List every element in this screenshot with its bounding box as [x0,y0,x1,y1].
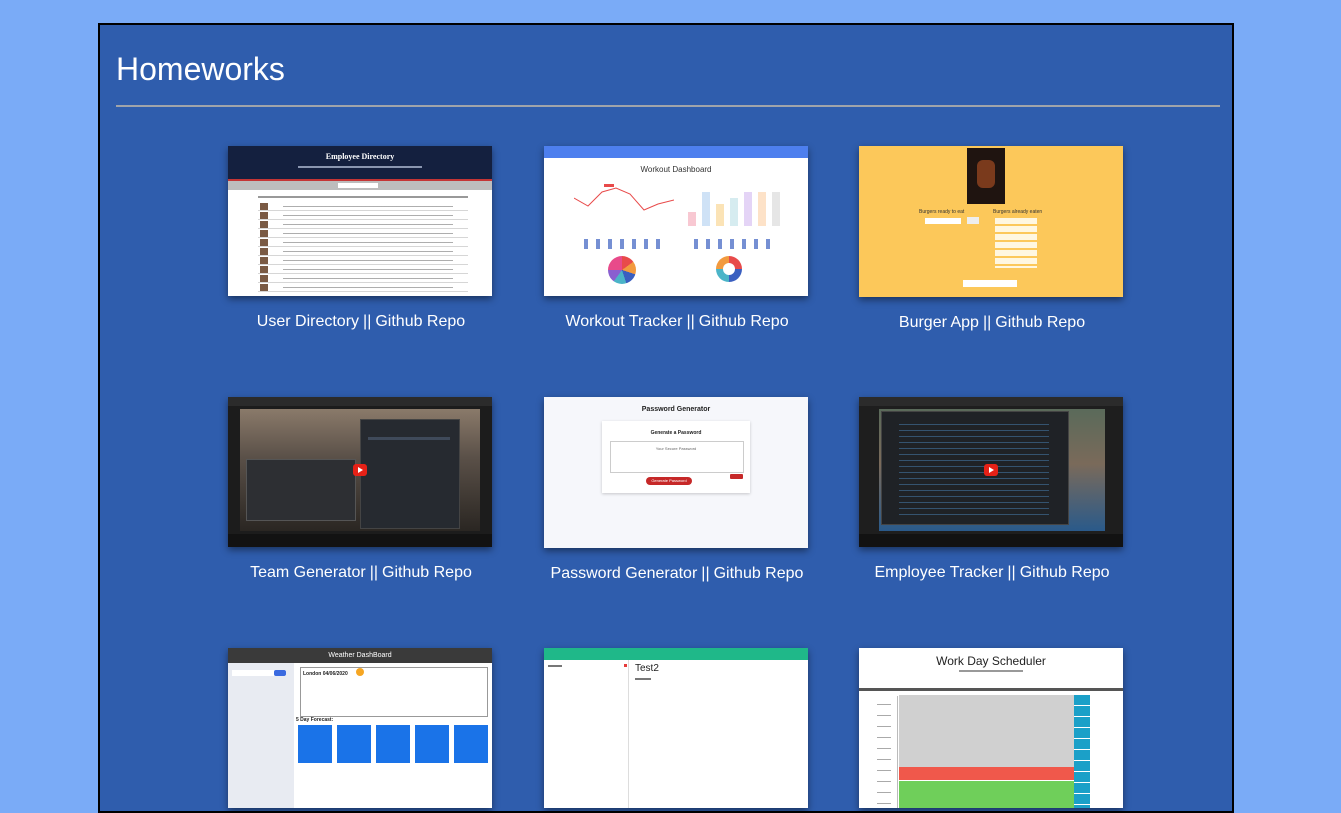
project-caption: Team Generator || Github Repo [250,564,472,581]
project-card-work-day-scheduler: Work Day Scheduler [859,648,1125,808]
weather-dashboard-screenshot[interactable]: Weather DashBoard London 04/06/2020 5 Da… [228,648,492,808]
workout-tracker-screenshot[interactable]: Workout Dashboard [544,146,808,296]
line-chart-preview [574,184,674,211]
page-title: Homeworks [116,51,285,87]
password-generator-screenshot[interactable]: Password Generator Generate a Password Y… [544,397,808,548]
project-link[interactable]: Workout Tracker [565,313,682,330]
project-link[interactable]: Employee Tracker [874,564,1003,581]
github-repo-link[interactable]: Github Repo [699,313,789,330]
project-link[interactable]: Password Generator [551,565,698,582]
project-caption: Burger App || Github Repo [898,314,1086,331]
title-divider [116,105,1220,107]
preview-heading: Workout Dashboard [640,165,712,174]
project-card-employee-tracker: Employee Tracker || Github Repo [859,397,1125,582]
forecast-label: 5 Day Forecast: [296,717,334,723]
pie-chart-preview [608,256,636,284]
work-day-scheduler-screenshot[interactable]: Work Day Scheduler [859,648,1123,808]
preview-heading: Employee Directory [325,152,395,161]
project-caption: Password Generator || Github Repo [550,565,804,582]
project-card-weather-dashboard: Weather DashBoard London 04/06/2020 5 Da… [228,648,494,808]
note-title: Test2 [635,663,659,674]
github-repo-link[interactable]: Github Repo [382,564,472,581]
project-caption: User Directory || Github Repo [256,313,466,330]
project-card-team-generator: Team Generator || Github Repo [228,397,494,582]
preview-heading: Weather DashBoard [328,652,392,659]
project-caption: Workout Tracker || Github Repo [565,313,789,330]
project-card-workout-tracker: Workout Dashboard Workout Tracker || Githu [544,146,810,331]
project-card-password-generator: Password Generator Generate a Password Y… [544,397,810,583]
generate-password-button: Generate Password [646,477,692,485]
city-line: London 04/06/2020 [303,671,348,677]
team-generator-screenshot[interactable] [228,397,492,547]
github-repo-link[interactable]: Github Repo [1020,564,1110,581]
note-taker-screenshot[interactable]: Test2 [544,648,808,808]
bar-chart-preview [688,192,780,226]
project-card-user-directory: Employee Directory User Directory || Githu… [228,146,494,331]
homeworks-panel: Homeworks Employee Directory User Direct… [98,23,1234,813]
project-card-burger-app: Burgers ready to eat Burgers already eat… [859,146,1125,332]
preview-heading: Password Generator [641,406,711,413]
preview-heading: Work Day Scheduler [936,654,1046,668]
password-output: Your Secure Password [655,446,697,451]
project-link[interactable]: User Directory [257,313,359,330]
github-repo-link[interactable]: Github Repo [714,565,804,582]
employee-tracker-screenshot[interactable] [859,397,1123,547]
github-repo-link[interactable]: Github Repo [375,313,465,330]
play-icon[interactable] [984,464,998,476]
project-card-note-taker: Test2 [544,648,810,808]
card-title: Generate a Password [650,430,702,436]
project-link[interactable]: Burger App [899,314,979,331]
user-directory-screenshot[interactable]: Employee Directory [228,146,492,296]
project-caption: Employee Tracker || Github Repo [874,564,1110,581]
play-icon[interactable] [353,464,367,476]
ready-heading: Burgers ready to eat [919,209,965,215]
github-repo-link[interactable]: Github Repo [995,314,1085,331]
burger-app-screenshot[interactable]: Burgers ready to eat Burgers already eat… [859,146,1123,297]
project-link[interactable]: Team Generator [250,564,366,581]
eaten-heading: Burgers already eaten [993,209,1043,215]
